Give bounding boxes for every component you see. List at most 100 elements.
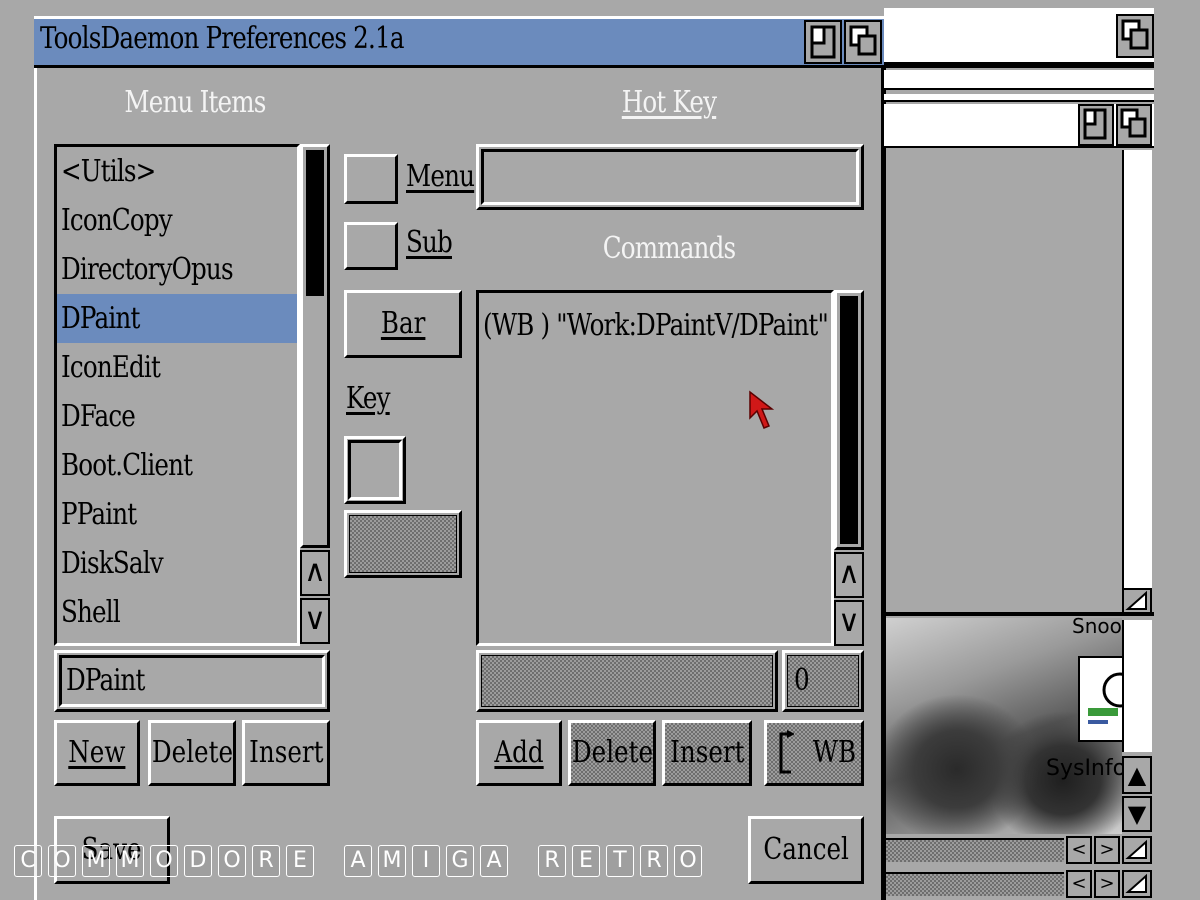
scroll-left-1[interactable]: < <box>1066 836 1092 864</box>
commands-scroll-up[interactable]: ∧ <box>834 552 864 598</box>
commands-heading: Commands <box>602 231 736 266</box>
delete-command-button[interactable]: Delete <box>568 720 656 786</box>
zoom-gadget[interactable] <box>804 20 842 64</box>
command-number-field[interactable]: 0 <box>787 655 859 707</box>
delete-button[interactable]: Delete <box>148 720 236 786</box>
menu-list-item-label: DPaint <box>61 301 140 336</box>
sub-vertical-scrollbar[interactable] <box>1122 150 1152 612</box>
down-arrow-icon: ▼ <box>1127 800 1147 828</box>
key-swatch-frame <box>344 510 462 578</box>
bar-button[interactable]: Bar <box>344 290 462 358</box>
insert-button[interactable]: Insert <box>242 720 330 786</box>
watermark-gap <box>320 845 338 877</box>
left-arrow-icon: < <box>1071 873 1087 894</box>
scroll-right-1[interactable]: > <box>1094 836 1120 864</box>
menu-list-item[interactable]: DirectoryOpus <box>57 245 297 294</box>
watermark-letter: M <box>116 845 144 877</box>
sysinfo-icon[interactable] <box>1078 656 1138 742</box>
menu-list-item[interactable]: Shell <box>57 588 297 637</box>
up-arrow-icon: ∧ <box>838 556 860 591</box>
watermark-letter: M <box>378 845 406 877</box>
cancel-button[interactable]: Cancel <box>748 816 864 884</box>
watermark: COMMODOREAMIGARETRO <box>14 845 702 877</box>
menu-items-list[interactable]: <Utils> IconCopy DirectoryOpus DPaint IconEd… <box>54 144 300 646</box>
watermark-letter: R <box>538 845 566 877</box>
hot-key-field[interactable] <box>481 149 859 205</box>
watermark-letter: O <box>674 845 702 877</box>
sub-window-titlebar[interactable] <box>884 70 1154 90</box>
sub-resize-gadget[interactable] <box>1122 588 1152 614</box>
menu-list-scroll-knob[interactable] <box>306 150 324 296</box>
menu-list-item[interactable]: DFace <box>57 392 297 441</box>
scroll-left-2[interactable]: < <box>1066 870 1092 898</box>
key-swatch[interactable] <box>349 515 457 573</box>
watermark-letter: R <box>252 845 280 877</box>
menu-list-scroll-up[interactable]: ∧ <box>300 550 330 596</box>
horizontal-scrollbar-2[interactable] <box>886 872 1064 896</box>
add-command-button[interactable]: Add <box>476 720 562 786</box>
resize-gadget-1[interactable] <box>1122 836 1152 864</box>
command-number-frame: 0 <box>782 650 864 712</box>
resize-icon <box>1125 873 1147 893</box>
menu-list-item-label: IconCopy <box>61 203 173 238</box>
menu-list-item[interactable]: DPaint <box>57 294 297 343</box>
menu-list-item[interactable]: IconCopy <box>57 196 297 245</box>
commands-list[interactable]: (WB ) "Work:DPaintV/DPaint" [] <box>476 290 853 646</box>
sub-depth-gadget[interactable] <box>1116 104 1152 146</box>
menu-item-name-field[interactable]: DPaint <box>59 655 325 707</box>
depth-gadget-icon <box>849 25 877 56</box>
command-field[interactable] <box>481 655 773 707</box>
photo-scrollbar[interactable] <box>1122 620 1152 752</box>
commands-scroll-down[interactable]: ∨ <box>834 600 864 646</box>
background-depth-gadget[interactable] <box>1116 14 1154 58</box>
new-button[interactable]: New <box>54 720 140 786</box>
watermark-letter: C <box>14 845 42 877</box>
menu-list-scroll-down[interactable]: ∨ <box>300 598 330 644</box>
menu-list-item[interactable]: PPaint <box>57 490 297 539</box>
menu-list-item-label: IconEdit <box>61 350 161 385</box>
menu-list-item[interactable]: Boot.Client <box>57 441 297 490</box>
watermark-letter: A <box>480 845 508 877</box>
watermark-letter: G <box>446 845 474 877</box>
watermark-gap <box>514 845 532 877</box>
menu-list-item[interactable]: IconEdit <box>57 343 297 392</box>
menu-checkbox-label: Menu <box>406 159 475 194</box>
watermark-letter: E <box>572 845 600 877</box>
commands-scroll-knob[interactable] <box>840 296 858 544</box>
depth-gadget[interactable] <box>844 20 882 64</box>
menu-list-item[interactable]: DiskSalv <box>57 539 297 588</box>
watermark-letter: I <box>412 845 440 877</box>
commands-scrollbar[interactable] <box>834 290 864 550</box>
watermark-letter: R <box>640 845 668 877</box>
wb-cycle-button[interactable]: WB <box>764 720 864 786</box>
menu-list-scrollbar[interactable] <box>300 144 330 548</box>
resize-gadget-2[interactable] <box>1122 870 1152 898</box>
photo-scroll-up[interactable]: ▲ <box>1122 756 1152 794</box>
horizontal-scrollbar-1[interactable] <box>886 838 1064 862</box>
menu-list-item-label: DiskSalv <box>61 546 164 581</box>
menu-checkbox[interactable] <box>344 154 398 204</box>
depth-gadget-icon <box>1120 108 1147 138</box>
up-arrow-icon: ▲ <box>1127 761 1147 789</box>
hot-key-heading: Hot Key <box>621 85 717 120</box>
insert-command-button[interactable]: Insert <box>662 720 752 786</box>
sub-window-titlebar-2[interactable] <box>884 94 1154 102</box>
background-window-titlebar[interactable] <box>884 8 1154 64</box>
watermark-letter: O <box>150 845 178 877</box>
down-arrow-icon: ∨ <box>838 604 860 639</box>
watermark-letter: D <box>184 845 212 877</box>
photo-scroll-down[interactable]: ▼ <box>1122 796 1152 832</box>
menu-list-item-label: PPaint <box>61 497 137 532</box>
scroll-right-2[interactable]: > <box>1094 870 1120 898</box>
key-label: Key <box>346 381 391 416</box>
sub-checkbox[interactable] <box>344 222 398 270</box>
menu-list-item-label: DirectoryOpus <box>61 252 234 287</box>
mouse-pointer-icon <box>749 390 774 429</box>
key-field[interactable] <box>348 440 402 500</box>
sub-checkbox-label: Sub <box>406 225 453 260</box>
watermark-letter: E <box>286 845 314 877</box>
menu-list-item[interactable]: <Utils> <box>57 147 297 196</box>
menu-list-item-label: Boot.Client <box>61 448 193 483</box>
sub-zoom-gadget[interactable] <box>1078 104 1114 146</box>
down-arrow-icon: ∨ <box>304 602 326 637</box>
